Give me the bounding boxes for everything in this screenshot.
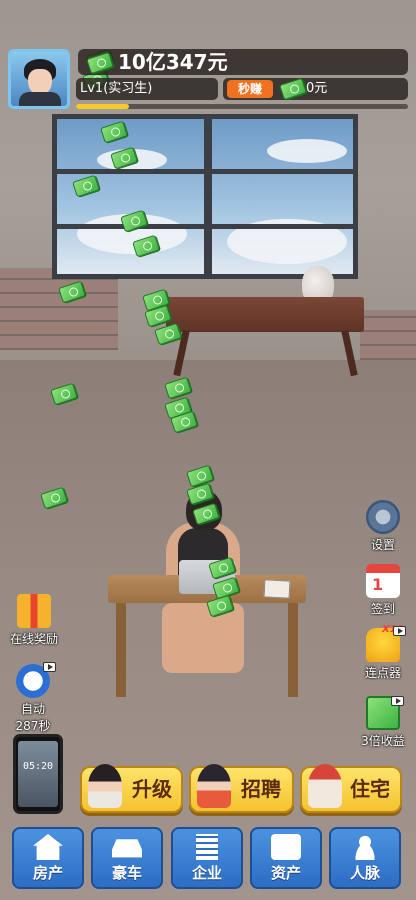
xp-progress-bar	[76, 104, 408, 109]
settings-label: 设置	[370, 538, 395, 552]
side-table	[166, 297, 364, 332]
player-avatar[interactable]	[8, 49, 70, 109]
xp-progress-fill	[76, 104, 130, 109]
triple-income-label: 3倍收益	[361, 734, 405, 748]
housing-button[interactable]: 住宅	[300, 764, 402, 813]
hire-label: 招聘	[241, 777, 281, 801]
gift-icon	[17, 594, 51, 628]
level-label: Lv1(实习生)	[80, 81, 153, 96]
checkin-label: 签到	[370, 602, 395, 616]
clicker-button[interactable]: X10 连点器	[356, 624, 410, 681]
character-portrait-icon	[88, 764, 122, 808]
online-reward-button[interactable]: 在线奖励	[6, 594, 62, 647]
housing-label: 住宅	[350, 777, 390, 801]
per-second-income-value: 0元	[306, 81, 328, 96]
nav-assets[interactable]: 资产	[250, 827, 322, 889]
nav-assets-label: 资产	[270, 864, 301, 882]
calendar-icon: 1	[366, 564, 400, 598]
money-amount: 10亿347元	[118, 50, 228, 74]
building-icon	[196, 834, 218, 860]
clicker-label: 连点器	[364, 666, 401, 680]
hire-button[interactable]: 招聘	[189, 764, 294, 813]
exposed-brick-right	[360, 310, 416, 360]
nav-company[interactable]: 企业	[171, 827, 243, 889]
online-reward-label: 在线奖励	[9, 632, 58, 646]
car-icon	[112, 839, 142, 858]
phone-button[interactable]: 05:20	[13, 734, 63, 814]
desk-note	[263, 579, 291, 599]
window	[52, 114, 358, 279]
recruit-portrait-icon	[197, 764, 231, 808]
house-icon	[308, 764, 342, 808]
settings-button[interactable]: 设置	[360, 500, 406, 553]
nav-network[interactable]: 人脉	[329, 827, 401, 889]
nav-company-label: 企业	[191, 864, 222, 882]
phone-screen: 05:20	[18, 741, 58, 807]
auto-timer: 287秒	[15, 719, 51, 733]
nav-realestate-label: 房产	[32, 864, 63, 882]
exposed-brick-left	[0, 268, 118, 350]
gear-icon	[366, 500, 400, 534]
person-icon	[350, 834, 380, 860]
house-icon	[33, 834, 63, 860]
nav-cars-label: 豪车	[111, 864, 142, 882]
wallet-icon	[271, 834, 301, 860]
checkin-button[interactable]: 1 签到	[360, 564, 406, 617]
video-icon	[393, 626, 406, 636]
video-icon	[43, 662, 56, 672]
per-second-income-button[interactable]: 秒赚	[227, 80, 273, 98]
upgrade-button[interactable]: 升级	[80, 764, 183, 813]
tapper-icon: X10	[366, 624, 406, 662]
nav-realestate[interactable]: 房产	[12, 827, 84, 889]
checkin-day: 1	[372, 575, 384, 594]
upgrade-label: 升级	[132, 777, 172, 801]
nav-cars[interactable]: 豪车	[91, 827, 163, 889]
cash-stack-icon	[366, 696, 404, 730]
auto-button[interactable]: 自动 287秒	[8, 662, 58, 734]
phone-time: 05:20	[22, 761, 54, 772]
triple-income-button[interactable]: 3倍收益	[354, 696, 412, 749]
nav-network-label: 人脉	[349, 864, 380, 882]
video-icon	[391, 696, 404, 706]
auto-icon	[16, 662, 56, 698]
auto-label: 自动	[20, 702, 45, 716]
